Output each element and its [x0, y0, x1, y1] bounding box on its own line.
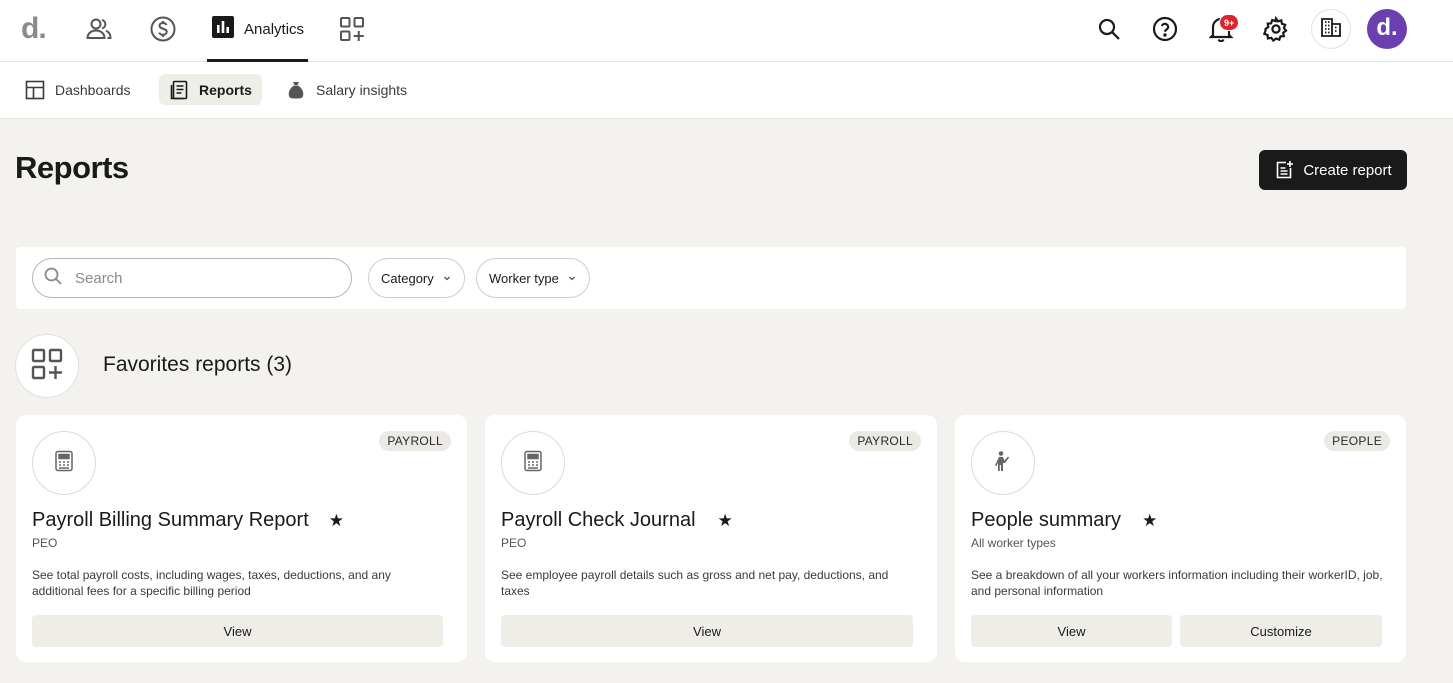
- category-tag: PEOPLE: [1324, 431, 1390, 451]
- create-report-label: Create report: [1303, 161, 1392, 179]
- favorites-icon-circle: [15, 334, 79, 398]
- chevron-down-icon: [442, 273, 452, 283]
- page-title: Reports: [15, 150, 129, 185]
- category-tag: PAYROLL: [849, 431, 921, 451]
- favorites-title: Favorites reports (3): [103, 353, 293, 376]
- analytics-label: Analytics: [244, 21, 305, 38]
- calculator-icon: [54, 450, 74, 477]
- organization-button[interactable]: [1311, 9, 1351, 49]
- tab-label: Dashboards: [55, 81, 131, 98]
- report-icon-circle: [971, 431, 1035, 495]
- reports-icon: [169, 80, 189, 100]
- filter-bar: Category Worker type: [16, 247, 1406, 309]
- analytics-subnav: Dashboards Reports Salary insights: [0, 62, 1453, 119]
- report-icon-circle: [32, 431, 96, 495]
- report-subtitle: PEO: [32, 536, 58, 550]
- report-icon-circle: [501, 431, 565, 495]
- tab-label: Salary insights: [316, 81, 408, 98]
- report-title-text: Payroll Check Journal: [501, 509, 696, 531]
- create-report-button[interactable]: Create report: [1259, 150, 1407, 190]
- logo-text: d: [21, 12, 39, 45]
- category-tag: PAYROLL: [379, 431, 451, 451]
- view-button[interactable]: View: [32, 615, 443, 647]
- report-title[interactable]: Payroll Check Journal ★: [501, 509, 733, 532]
- search-icon: [43, 266, 63, 291]
- notification-badge: 9+: [1219, 14, 1240, 31]
- report-title[interactable]: Payroll Billing Summary Report ★: [32, 509, 344, 532]
- tab-label: Reports: [199, 81, 252, 98]
- report-title[interactable]: People summary ★: [971, 509, 1157, 532]
- apps-add-icon: [31, 348, 63, 385]
- analytics-icon: [212, 16, 234, 43]
- search-input[interactable]: [75, 269, 315, 287]
- person-icon: [993, 450, 1013, 477]
- customize-button[interactable]: Customize: [1180, 615, 1382, 647]
- category-label: Category: [381, 270, 434, 286]
- tab-salary-insights[interactable]: Salary insights: [276, 74, 417, 105]
- report-title-text: Payroll Billing Summary Report: [32, 509, 309, 531]
- report-card: PEOPLE People summary ★ All worker types…: [955, 415, 1406, 662]
- deel-logo[interactable]: d.: [21, 12, 47, 45]
- money-bag-icon: [286, 80, 306, 100]
- user-avatar[interactable]: d.: [1367, 9, 1407, 49]
- view-button[interactable]: View: [971, 615, 1172, 647]
- building-icon: [1320, 16, 1342, 43]
- nav-tab-analytics[interactable]: Analytics: [207, 0, 308, 62]
- report-title-text: People summary: [971, 509, 1122, 531]
- chevron-down-icon: [567, 273, 577, 283]
- worker-type-label: Worker type: [489, 270, 559, 286]
- worker-type-dropdown[interactable]: Worker type: [476, 258, 590, 298]
- star-icon[interactable]: ★: [718, 511, 733, 531]
- report-card: PAYROLL Payroll Check Journal ★ PEO See …: [485, 415, 937, 662]
- gear-icon[interactable]: [1261, 14, 1291, 44]
- people-icon[interactable]: [85, 15, 113, 43]
- report-description: See a breakdown of all your workers info…: [971, 568, 1383, 598]
- tab-dashboards[interactable]: Dashboards: [15, 74, 141, 105]
- report-subtitle: PEO: [501, 536, 527, 550]
- apps-add-icon[interactable]: [338, 15, 366, 43]
- dashboard-icon: [25, 80, 45, 100]
- search-field[interactable]: [32, 258, 352, 298]
- report-card: PAYROLL Payroll Billing Summary Report ★…: [16, 415, 467, 662]
- search-icon[interactable]: [1094, 14, 1124, 44]
- star-icon[interactable]: ★: [1142, 511, 1157, 531]
- add-report-icon: [1274, 160, 1294, 180]
- payments-icon[interactable]: [149, 15, 177, 43]
- report-description: See employee payroll details such as gro…: [501, 568, 889, 598]
- top-navigation: d. Analytics 9+ d.: [0, 0, 1453, 62]
- star-icon[interactable]: ★: [329, 511, 344, 531]
- view-button[interactable]: View: [501, 615, 913, 647]
- help-icon[interactable]: [1150, 14, 1180, 44]
- report-subtitle: All worker types: [971, 536, 1056, 550]
- tab-reports[interactable]: Reports: [159, 74, 262, 105]
- report-description: See total payroll costs, including wages…: [32, 568, 391, 598]
- category-dropdown[interactable]: Category: [368, 258, 465, 298]
- calculator-icon: [523, 450, 543, 477]
